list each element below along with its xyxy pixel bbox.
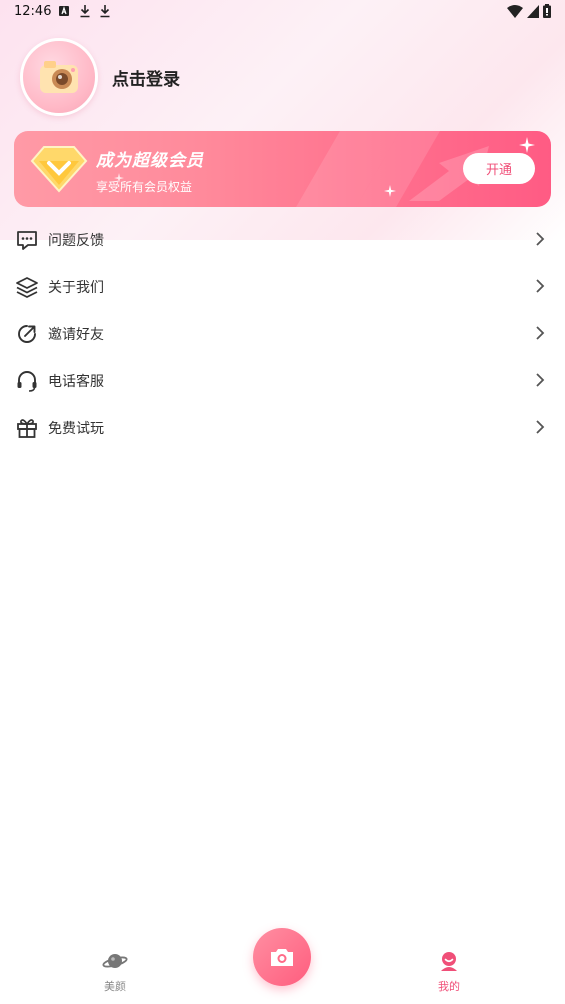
download-icon [100, 5, 110, 18]
camera-button[interactable] [253, 928, 311, 986]
wifi-icon [507, 4, 523, 18]
menu-item-about[interactable]: 关于我们 [0, 263, 565, 310]
settings-menu: 问题反馈 关于我们 邀请好友 电话客服 免费试玩 [0, 216, 565, 451]
open-vip-button[interactable]: 开通 [463, 153, 535, 184]
camera-icon [271, 949, 293, 966]
bottom-nav: 美颜 我的 [0, 920, 565, 1004]
share-icon [18, 325, 36, 343]
sparkle-icon [384, 185, 396, 197]
menu-item-label: 邀请好友 [48, 326, 104, 343]
menu-item-invite[interactable]: 邀请好友 [0, 310, 565, 357]
vip-diamond-icon [30, 146, 88, 193]
notification-a-icon [59, 6, 69, 16]
chevron-right-icon [536, 420, 545, 434]
chevron-right-icon [536, 326, 545, 340]
profile-login[interactable]: 点击登录 [20, 38, 180, 116]
menu-item-label: 免费试玩 [48, 420, 104, 437]
chevron-right-icon [536, 232, 545, 246]
layers-icon [16, 277, 38, 298]
nav-label-mine: 我的 [438, 980, 460, 993]
nav-tab-mine[interactable]: 我的 [419, 950, 479, 994]
nav-tab-beauty[interactable]: 美颜 [85, 950, 145, 994]
nav-label-beauty: 美颜 [104, 980, 126, 993]
signal-icon [527, 4, 539, 18]
chevron-right-icon [536, 279, 545, 293]
user-mine-icon [441, 952, 457, 971]
gift-icon [17, 419, 37, 438]
planet-icon [102, 954, 128, 968]
status-time: 12:46 [14, 4, 52, 19]
battery-icon [543, 4, 551, 18]
sparkle-icon [519, 137, 535, 153]
menu-item-phone-service[interactable]: 电话客服 [0, 357, 565, 404]
vip-subtitle: 享受所有会员权益 [96, 180, 193, 194]
vip-banner[interactable]: 成为超级会员 享受所有会员权益 开通 [14, 131, 551, 207]
menu-item-label: 问题反馈 [48, 232, 104, 249]
menu-item-label: 关于我们 [48, 279, 104, 296]
menu-item-feedback[interactable]: 问题反馈 [0, 216, 565, 263]
login-label[interactable]: 点击登录 [112, 65, 180, 90]
status-bar: 12:46 [0, 0, 565, 24]
vip-title: 成为超级会员 [96, 151, 204, 171]
camera-avatar-icon [40, 61, 78, 93]
menu-item-label: 电话客服 [48, 373, 104, 390]
feedback-icon [17, 231, 37, 250]
headset-icon [17, 371, 37, 392]
menu-item-free-trial[interactable]: 免费试玩 [0, 404, 565, 451]
download-icon [80, 5, 90, 18]
chevron-right-icon [536, 373, 545, 387]
avatar[interactable] [20, 38, 98, 116]
